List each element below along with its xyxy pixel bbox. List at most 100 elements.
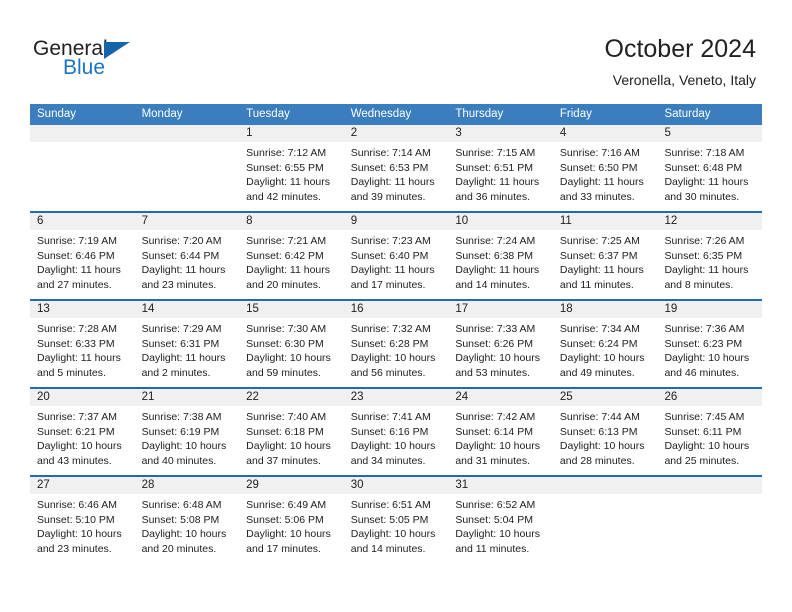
day-cell[interactable]: 25 Sunrise: 7:44 AM Sunset: 6:13 PM Dayligh… [552,389,658,475]
day-number: 25 [559,391,573,403]
weekday-thursday: Thursday [455,108,504,120]
day-number-band: 17 [448,301,553,318]
day-details: Sunrise: 6:49 AM Sunset: 5:06 PM Daylight:… [239,494,344,556]
day-number: 1 [246,127,253,139]
day-cell[interactable]: 27 Sunrise: 6:46 AM Sunset: 5:10 PM Dayligh… [30,477,135,563]
sunset-text: Sunset: 6:14 PM [455,425,533,438]
daylight-text: Daylight: 10 hours and 49 minutes. [559,352,645,379]
day-number: 5 [664,127,671,139]
day-cell[interactable]: 22 Sunrise: 7:40 AM Sunset: 6:18 PM Dayligh… [239,389,344,475]
sunrise-text: Sunrise: 7:29 AM [141,323,222,335]
day-cell[interactable]: 26 Sunrise: 7:45 AM Sunset: 6:11 PM Dayligh… [657,389,763,475]
day-number: 15 [246,303,259,315]
day-details: Sunrise: 7:36 AM Sunset: 6:23 PM Daylight:… [657,318,762,380]
day-cell[interactable]: 31 Sunrise: 6:52 AM Sunset: 5:04 PM Dayligh… [448,477,553,563]
day-cell[interactable]: 2 Sunrise: 7:14 AM Sunset: 6:53 PM Daylight… [343,125,449,211]
day-cell[interactable]: 11 Sunrise: 7:25 AM Sunset: 6:37 PM Dayligh… [552,213,658,299]
sunset-text: Sunset: 5:04 PM [455,513,533,526]
day-number-band: 11 [552,213,658,230]
day-cell[interactable]: 28 Sunrise: 6:48 AM Sunset: 5:08 PM Dayligh… [134,477,240,563]
day-cell[interactable]: 4 Sunrise: 7:16 AM Sunset: 6:50 PM Daylight… [552,125,658,211]
day-number-band [552,477,658,494]
day-cell[interactable]: 19 Sunrise: 7:36 AM Sunset: 6:23 PM Dayligh… [657,301,763,387]
daylight-text: Daylight: 10 hours and 37 minutes. [246,440,331,467]
day-details: Sunrise: 7:20 AM Sunset: 6:44 PM Daylight:… [135,230,240,292]
sunrise-text: Sunrise: 7:24 AM [455,235,536,247]
day-cell-empty [30,125,135,211]
daylight-text: Daylight: 10 hours and 40 minutes. [141,440,227,467]
day-number: 7 [141,215,148,227]
daylight-text: Daylight: 11 hours and 11 minutes. [559,264,644,291]
sunrise-text: Sunrise: 7:21 AM [246,235,327,247]
day-details: Sunrise: 7:19 AM Sunset: 6:46 PM Daylight:… [30,230,135,292]
sunset-text: Sunset: 6:48 PM [664,161,743,174]
day-number-band: 15 [239,301,344,318]
day-cell-empty [657,477,763,563]
general-blue-logo[interactable]: General Blue [33,38,213,86]
daylight-text: Daylight: 10 hours and 56 minutes. [350,352,436,379]
day-cell[interactable]: 17 Sunrise: 7:33 AM Sunset: 6:26 PM Dayligh… [448,301,553,387]
sunset-text: Sunset: 6:19 PM [141,425,220,438]
day-number: 29 [246,479,259,491]
day-details: Sunrise: 7:42 AM Sunset: 6:14 PM Daylight:… [448,406,553,468]
day-details: Sunrise: 7:15 AM Sunset: 6:51 PM Daylight:… [448,142,553,204]
day-details: Sunrise: 7:14 AM Sunset: 6:53 PM Daylight:… [344,142,449,204]
day-cell[interactable]: 1 Sunrise: 7:12 AM Sunset: 6:55 PM Daylight… [239,125,344,211]
sunset-text: Sunset: 6:18 PM [246,425,324,438]
day-number-band: 10 [448,213,553,230]
day-cell[interactable]: 18 Sunrise: 7:34 AM Sunset: 6:24 PM Dayligh… [552,301,658,387]
sunset-text: Sunset: 6:26 PM [455,337,533,350]
daylight-text: Daylight: 10 hours and 11 minutes. [455,528,540,555]
day-cell[interactable]: 16 Sunrise: 7:32 AM Sunset: 6:28 PM Dayligh… [343,301,449,387]
triangle-icon [104,42,130,59]
sunset-text: Sunset: 6:35 PM [664,249,743,262]
day-details: Sunrise: 7:23 AM Sunset: 6:40 PM Daylight:… [344,230,449,292]
day-cell[interactable]: 10 Sunrise: 7:24 AM Sunset: 6:38 PM Dayligh… [448,213,553,299]
sunrise-text: Sunrise: 7:25 AM [559,235,640,247]
day-cell[interactable]: 23 Sunrise: 7:41 AM Sunset: 6:16 PM Dayligh… [343,389,449,475]
day-cell[interactable]: 9 Sunrise: 7:23 AM Sunset: 6:40 PM Daylight… [343,213,449,299]
day-details: Sunrise: 7:24 AM Sunset: 6:38 PM Daylight:… [448,230,553,292]
weekday-friday: Friday [559,108,592,120]
day-cell[interactable]: 8 Sunrise: 7:21 AM Sunset: 6:42 PM Daylight… [239,213,344,299]
day-cell[interactable]: 5 Sunrise: 7:18 AM Sunset: 6:48 PM Daylight… [657,125,763,211]
day-number-band: 21 [134,389,240,406]
day-cell[interactable]: 30 Sunrise: 6:51 AM Sunset: 5:05 PM Dayligh… [343,477,449,563]
day-number-band: 8 [239,213,344,230]
page-header: General Blue October 2024 Veronella, Ven… [0,0,792,104]
day-number: 21 [141,391,155,403]
sunrise-text: Sunrise: 7:34 AM [559,323,640,335]
day-cell[interactable]: 21 Sunrise: 7:38 AM Sunset: 6:19 PM Dayligh… [134,389,240,475]
sunrise-text: Sunrise: 7:38 AM [141,411,222,423]
sunset-text: Sunset: 6:55 PM [246,161,324,174]
sunset-text: Sunset: 6:21 PM [37,425,115,438]
daylight-text: Daylight: 10 hours and 25 minutes. [664,440,750,467]
day-details: Sunrise: 7:26 AM Sunset: 6:35 PM Daylight:… [657,230,762,292]
day-cell[interactable]: 7 Sunrise: 7:20 AM Sunset: 6:44 PM Daylight… [134,213,240,299]
day-cell[interactable]: 12 Sunrise: 7:26 AM Sunset: 6:35 PM Dayligh… [657,213,763,299]
day-details: Sunrise: 7:28 AM Sunset: 6:33 PM Daylight:… [30,318,135,380]
day-cell[interactable]: 3 Sunrise: 7:15 AM Sunset: 6:51 PM Daylight… [448,125,553,211]
day-cell[interactable]: 29 Sunrise: 6:49 AM Sunset: 5:06 PM Dayligh… [239,477,344,563]
day-cell[interactable]: 14 Sunrise: 7:29 AM Sunset: 6:31 PM Dayligh… [134,301,240,387]
day-number-band: 13 [30,301,135,318]
daylight-text: Daylight: 10 hours and 17 minutes. [246,528,331,555]
day-cell[interactable]: 24 Sunrise: 7:42 AM Sunset: 6:14 PM Dayligh… [448,389,553,475]
day-number: 14 [141,303,155,315]
daylight-text: Daylight: 10 hours and 31 minutes. [455,440,540,467]
day-number: 8 [246,215,253,227]
sunset-text: Sunset: 6:33 PM [37,337,115,350]
day-number-band: 28 [134,477,240,494]
day-details: Sunrise: 7:45 AM Sunset: 6:11 PM Daylight:… [657,406,762,468]
sunrise-text: Sunrise: 7:26 AM [664,235,745,247]
day-cell[interactable]: 13 Sunrise: 7:28 AM Sunset: 6:33 PM Dayligh… [30,301,135,387]
day-cell[interactable]: 6 Sunrise: 7:19 AM Sunset: 6:46 PM Daylight… [30,213,135,299]
day-details: Sunrise: 7:16 AM Sunset: 6:50 PM Daylight:… [553,142,658,204]
day-cell[interactable]: 15 Sunrise: 7:30 AM Sunset: 6:30 PM Dayligh… [239,301,344,387]
weekday-tuesday: Tuesday [246,108,290,120]
week-row-inner: 13 Sunrise: 7:28 AM Sunset: 6:33 PM Dayligh… [30,301,763,387]
week-row: 13 Sunrise: 7:28 AM Sunset: 6:33 PM Dayligh… [30,299,763,387]
day-cell-empty [134,125,240,211]
day-cell[interactable]: 20 Sunrise: 7:37 AM Sunset: 6:21 PM Dayligh… [30,389,135,475]
day-number: 12 [664,215,678,227]
